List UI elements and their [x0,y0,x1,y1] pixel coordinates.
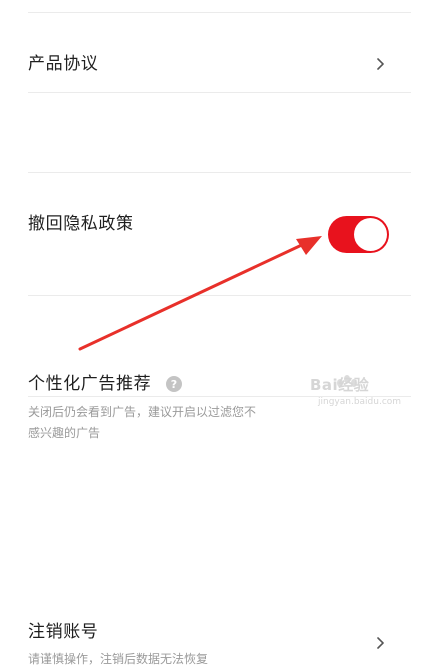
chevron-right-icon [377,637,384,649]
settings-item-subtitle: 感兴趣的广告 [28,426,101,440]
annotation-arrow [78,236,322,351]
watermark-brand: Bai经验 [310,376,370,394]
settings-item-title: 注销账号 [28,622,99,642]
watermark-url: jingyan.baidu.com [318,397,402,407]
settings-item-subtitle: 请谨慎操作，注销后数据无法恢复 [28,652,209,666]
